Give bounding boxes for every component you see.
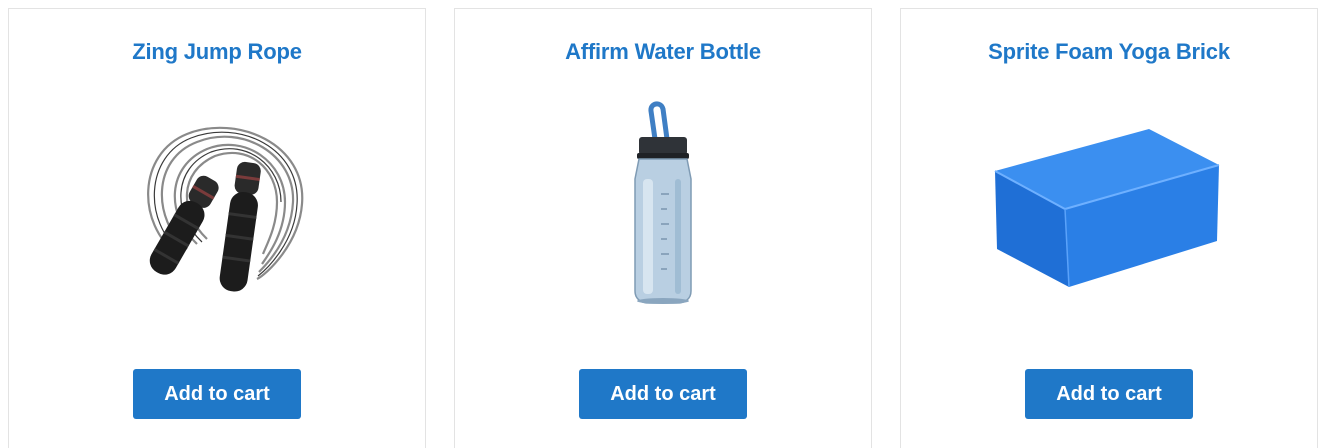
product-image-link[interactable] bbox=[901, 99, 1317, 309]
water-bottle-image bbox=[634, 101, 692, 304]
add-to-cart-button[interactable]: Add to cart bbox=[1025, 369, 1193, 419]
product-title-link[interactable]: Sprite Foam Yoga Brick bbox=[901, 39, 1317, 65]
product-card: Sprite Foam Yoga Brick Add to cart bbox=[900, 8, 1318, 448]
product-image-link[interactable] bbox=[455, 99, 871, 309]
jump-rope-image bbox=[147, 126, 304, 292]
product-title-link[interactable]: Zing Jump Rope bbox=[9, 39, 425, 65]
product-grid: Zing Jump Rope Add to cart Affirm Water … bbox=[0, 0, 1320, 448]
product-card: Affirm Water Bottle Add to cart bbox=[454, 8, 872, 448]
add-to-cart-button[interactable]: Add to cart bbox=[579, 369, 747, 419]
product-title-link[interactable]: Affirm Water Bottle bbox=[455, 39, 871, 65]
yoga-brick-image bbox=[994, 129, 1220, 288]
product-card: Zing Jump Rope Add to cart bbox=[8, 8, 426, 448]
add-to-cart-button[interactable]: Add to cart bbox=[133, 369, 301, 419]
product-image-link[interactable] bbox=[9, 99, 425, 309]
